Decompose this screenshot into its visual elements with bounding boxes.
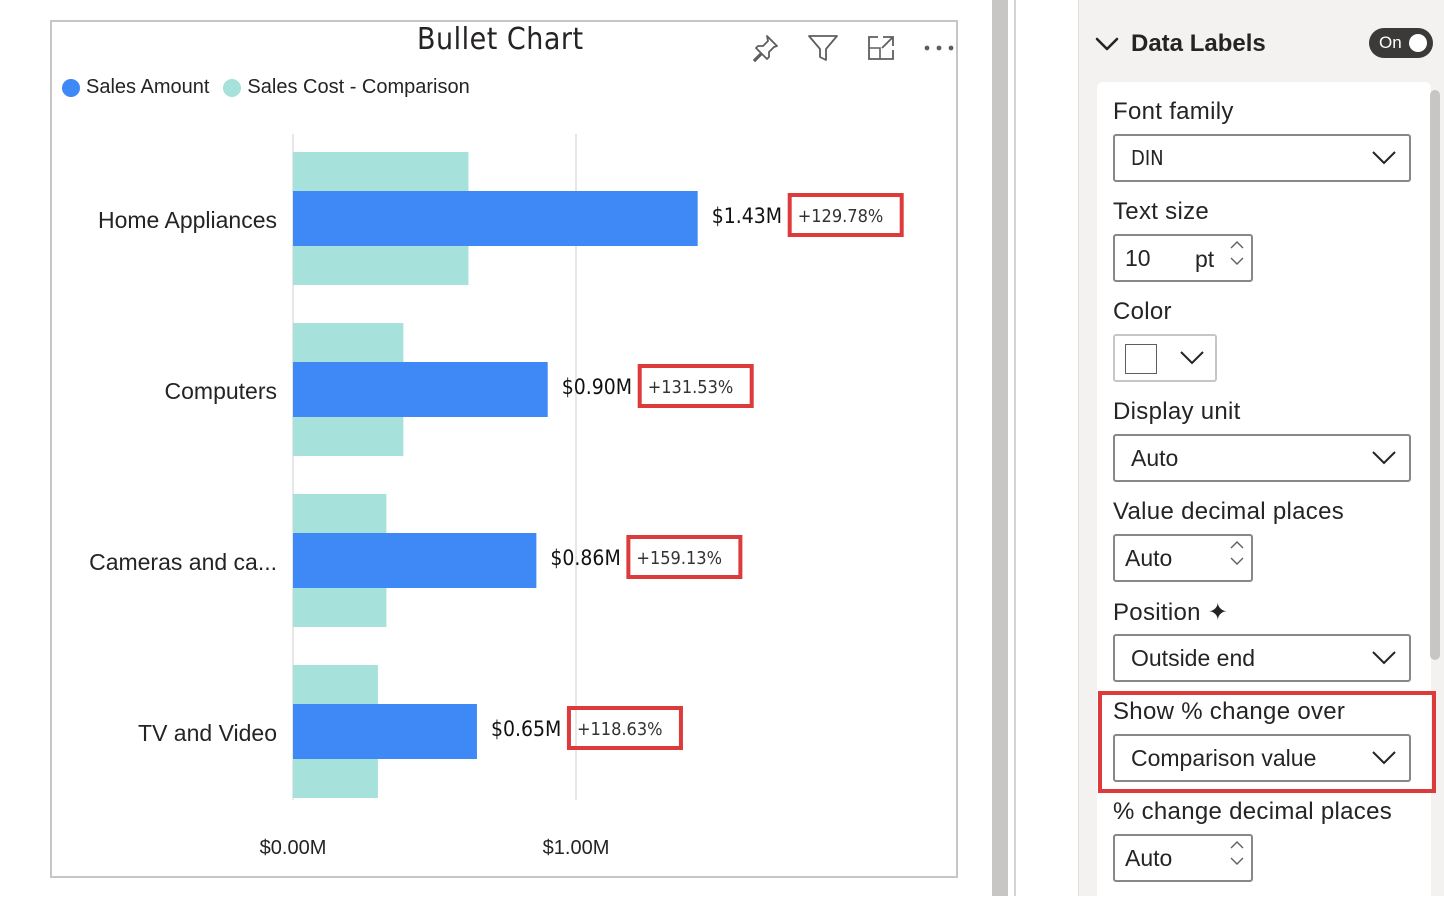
display-unit-dropdown[interactable]: Auto (1113, 434, 1411, 482)
spin-arrows[interactable] (1229, 240, 1245, 266)
chevron-up-icon[interactable] (1229, 240, 1245, 250)
chevron-down-icon (1180, 351, 1204, 365)
chevron-down-icon (1372, 451, 1396, 465)
chart-plot-area: $0.00M $1.00M Home Appliances $1.43M +129.78… (89, 134, 904, 859)
spin-arrows[interactable] (1229, 840, 1245, 866)
category-label: Cameras and ca... (89, 549, 277, 575)
sales-bar (293, 704, 477, 759)
pct-change-label: +118.63% (577, 719, 663, 740)
highlight-show-change (1098, 691, 1436, 793)
data-labels-toggle[interactable]: On (1369, 28, 1433, 58)
category-label: Computers (165, 378, 277, 404)
data-labels-section-header[interactable]: Data Labels On (1095, 22, 1435, 66)
text-size-unit: pt (1195, 246, 1215, 272)
pane-splitter[interactable] (992, 0, 1008, 896)
pct-change-label: +129.78% (798, 206, 884, 227)
data-label: $0.90M (562, 375, 632, 399)
color-swatch (1125, 344, 1157, 374)
value-decimals-value: Auto (1125, 544, 1173, 571)
chevron-down-icon[interactable] (1229, 856, 1245, 866)
chevron-down-icon[interactable] (1095, 36, 1119, 52)
sales-bar (293, 191, 698, 246)
sales-bar (293, 362, 548, 417)
chevron-down-icon[interactable] (1229, 556, 1245, 566)
position-dropdown[interactable]: Outside end (1113, 634, 1411, 682)
spin-arrows[interactable] (1229, 540, 1245, 566)
display-unit-value: Auto (1131, 444, 1179, 471)
sales-bar (293, 533, 537, 588)
section-title: Data Labels (1131, 30, 1266, 57)
toggle-knob (1409, 34, 1427, 52)
position-label: Position ✦ (1113, 599, 1229, 626)
data-label: $1.43M (712, 204, 782, 228)
splitter-divider (1014, 0, 1016, 896)
chevron-down-icon[interactable] (1229, 256, 1245, 266)
position-value: Outside end (1131, 644, 1256, 671)
color-picker[interactable] (1113, 334, 1217, 382)
change-decimals-input[interactable]: Auto (1113, 834, 1253, 882)
font-family-label: Font family (1113, 98, 1234, 125)
chevron-down-icon (1372, 151, 1396, 165)
category-label: TV and Video (138, 720, 277, 746)
font-family-value: DIN (1131, 146, 1164, 170)
text-size-label: Text size (1113, 198, 1210, 225)
x-tick-label: $1.00M (543, 837, 610, 859)
text-size-input[interactable]: 10 pt (1113, 234, 1253, 282)
pct-change-label: +131.53% (648, 377, 734, 398)
data-label: $0.86M (550, 546, 620, 570)
value-decimals-input[interactable]: Auto (1113, 534, 1253, 582)
change-decimals-label: % change decimal places (1113, 798, 1393, 825)
x-tick-label: $0.00M (260, 837, 327, 859)
category-label: Home Appliances (98, 207, 277, 233)
data-label: $0.65M (491, 717, 561, 741)
display-unit-label: Display unit (1113, 398, 1241, 425)
value-decimals-label: Value decimal places (1113, 498, 1345, 525)
change-decimals-value: Auto (1125, 844, 1173, 871)
pane-scrollbar[interactable] (1430, 90, 1440, 660)
text-size-value: 10 (1125, 244, 1151, 271)
chevron-up-icon[interactable] (1229, 840, 1245, 850)
pct-change-label: +159.13% (636, 548, 722, 569)
chevron-up-icon[interactable] (1229, 540, 1245, 550)
chevron-down-icon (1372, 651, 1396, 665)
toggle-label: On (1379, 33, 1402, 52)
color-label: Color (1113, 298, 1172, 325)
font-family-dropdown[interactable]: DIN (1113, 134, 1411, 182)
bullet-chart-visual[interactable]: Bullet Chart Sales Amount Sales Cost - C… (50, 20, 958, 878)
